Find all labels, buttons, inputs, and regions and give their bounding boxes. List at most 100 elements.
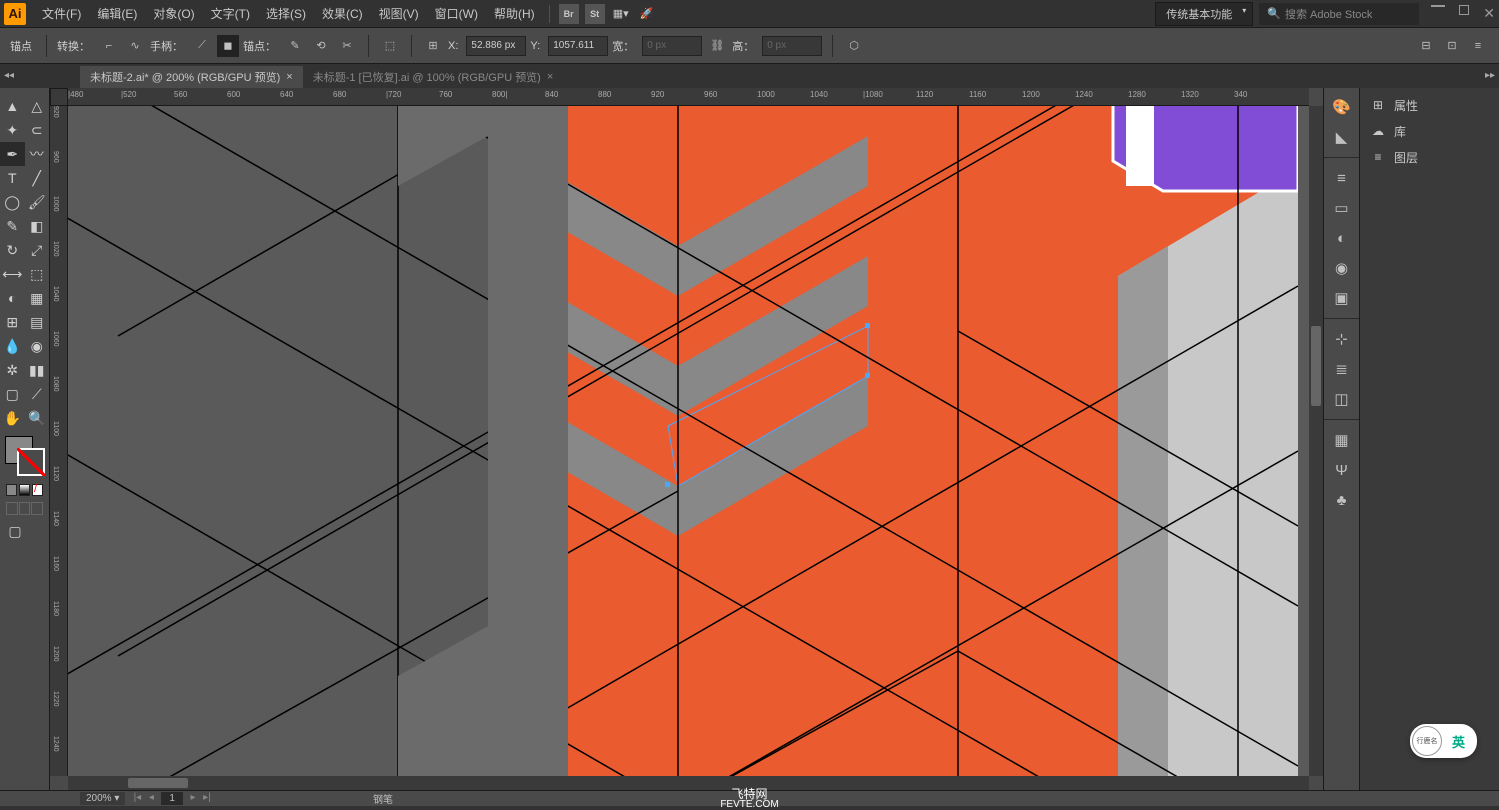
hand-tool[interactable]: ✋ bbox=[0, 406, 25, 430]
panel-tab-properties[interactable]: ⊞ 属性 bbox=[1360, 92, 1499, 118]
stroke-panel-icon[interactable]: ≡ bbox=[1329, 165, 1355, 191]
transparency-panel-icon[interactable]: ◐ bbox=[1329, 225, 1355, 251]
align-ref-icon[interactable]: ⊞ bbox=[422, 35, 444, 57]
shape-builder-icon[interactable]: ⬡ bbox=[843, 35, 865, 57]
handle-show-icon[interactable]: ⟋ bbox=[191, 35, 213, 57]
ime-language[interactable]: 英 bbox=[1442, 732, 1475, 751]
symbol-sprayer-tool[interactable]: ✲ bbox=[0, 358, 25, 382]
panel-menu-icon[interactable]: ≡ bbox=[1467, 35, 1489, 57]
vertical-scrollbar[interactable] bbox=[1309, 106, 1323, 776]
pathfinder-panel-icon[interactable]: ◫ bbox=[1329, 386, 1355, 412]
stock-icon[interactable]: St bbox=[585, 4, 605, 24]
color-guide-icon[interactable]: ◣ bbox=[1329, 124, 1355, 150]
mesh-tool[interactable]: ⊞ bbox=[0, 310, 25, 334]
horizontal-ruler[interactable]: |480|520560600640680|720760800|840880920… bbox=[68, 88, 1309, 106]
shaper-tool[interactable]: ✎ bbox=[0, 214, 25, 238]
fill-stroke-swatch[interactable] bbox=[5, 436, 45, 476]
free-transform-tool[interactable]: ⬚ bbox=[25, 262, 50, 286]
none-swatch[interactable]: / bbox=[32, 484, 43, 496]
stroke-color-icon[interactable] bbox=[17, 448, 45, 476]
menu-view[interactable]: 视图(V) bbox=[371, 1, 427, 26]
minimize-button[interactable] bbox=[1431, 5, 1445, 7]
type-tool[interactable]: T bbox=[0, 166, 25, 190]
h-input[interactable] bbox=[762, 36, 822, 56]
screen-mode-icon[interactable]: ▢ bbox=[6, 523, 24, 539]
artboard-number[interactable]: 1 bbox=[161, 792, 183, 805]
ruler-origin[interactable] bbox=[50, 88, 68, 106]
remove-anchor-icon[interactable]: ✎ bbox=[284, 35, 306, 57]
gradient-panel-icon[interactable]: ▭ bbox=[1329, 195, 1355, 221]
next-artboard-icon[interactable]: ▸ bbox=[187, 792, 199, 805]
menu-select[interactable]: 选择(S) bbox=[258, 1, 314, 26]
scale-tool[interactable]: ⤢ bbox=[25, 238, 50, 262]
tab-close-icon[interactable]: × bbox=[286, 71, 292, 83]
eyedropper-tool[interactable]: 💧 bbox=[0, 334, 25, 358]
curvature-tool[interactable]: 〰 bbox=[25, 142, 50, 166]
menu-window[interactable]: 窗口(W) bbox=[427, 1, 486, 26]
bridge-icon[interactable]: Br bbox=[559, 4, 579, 24]
line-tool[interactable]: ╱ bbox=[25, 166, 50, 190]
expand-right-icon[interactable]: ▸▸ bbox=[1485, 70, 1495, 81]
gradient-tool[interactable]: ▤ bbox=[25, 310, 50, 334]
document-tab-active[interactable]: 未标题-2.ai* @ 200% (RGB/GPU 预览) × bbox=[80, 66, 303, 88]
convert-corner-icon[interactable]: ⌐ bbox=[98, 35, 120, 57]
menu-object[interactable]: 对象(O) bbox=[145, 1, 202, 26]
ime-indicator[interactable]: 行鹿名 英 bbox=[1410, 724, 1477, 758]
brushes-panel-icon[interactable]: Ψ bbox=[1329, 457, 1355, 483]
magic-wand-tool[interactable]: ✦ bbox=[0, 118, 25, 142]
w-input[interactable] bbox=[642, 36, 702, 56]
prev-artboard-icon[interactable]: ◂ bbox=[145, 792, 157, 805]
menu-help[interactable]: 帮助(H) bbox=[486, 1, 543, 26]
selection-tool[interactable]: ▲ bbox=[0, 94, 25, 118]
x-input[interactable] bbox=[466, 36, 526, 56]
last-artboard-icon[interactable]: ▸| bbox=[201, 792, 213, 805]
vertical-ruler[interactable]: 9209601000102010401060108011001120114011… bbox=[50, 106, 68, 776]
transform-panel-icon[interactable]: ⊹ bbox=[1329, 326, 1355, 352]
shape-builder-tool[interactable]: ◐ bbox=[0, 286, 25, 310]
cut-path-icon[interactable]: ✂ bbox=[336, 35, 358, 57]
menu-type[interactable]: 文字(T) bbox=[203, 1, 258, 26]
eraser-tool[interactable]: ◧ bbox=[25, 214, 50, 238]
arrange-documents-icon[interactable]: ▦▾ bbox=[611, 4, 631, 24]
search-stock-input[interactable]: 🔍 搜索 Adobe Stock bbox=[1259, 3, 1419, 25]
color-panel-icon[interactable]: 🎨 bbox=[1329, 94, 1355, 120]
close-button[interactable]: ✕ bbox=[1483, 5, 1495, 22]
gradient-swatch[interactable] bbox=[19, 484, 30, 496]
rotate-tool[interactable]: ↻ bbox=[0, 238, 25, 262]
panel-tab-libraries[interactable]: ☁ 库 bbox=[1360, 118, 1499, 144]
y-input[interactable] bbox=[548, 36, 608, 56]
paintbrush-tool[interactable]: 🖌 bbox=[25, 190, 50, 214]
column-graph-tool[interactable]: ▮▮ bbox=[25, 358, 50, 382]
isolate-icon[interactable]: ⬚ bbox=[379, 35, 401, 57]
expand-left-icon[interactable]: ◂◂ bbox=[4, 70, 14, 81]
handle-hide-icon[interactable]: ◼ bbox=[217, 35, 239, 57]
workspace-switcher[interactable]: 传统基本功能 bbox=[1155, 2, 1253, 26]
gpu-rocket-icon[interactable]: 🚀 bbox=[637, 4, 657, 24]
appearance-panel-icon[interactable]: ◉ bbox=[1329, 255, 1355, 281]
width-tool[interactable]: ⟷ bbox=[0, 262, 25, 286]
draw-normal-icon[interactable] bbox=[6, 502, 18, 515]
connect-path-icon[interactable]: ⟲ bbox=[310, 35, 332, 57]
tab-close-icon[interactable]: × bbox=[547, 71, 553, 83]
zoom-level[interactable]: 200% ▾ bbox=[80, 792, 125, 805]
menu-file[interactable]: 文件(F) bbox=[34, 1, 89, 26]
link-wh-icon[interactable]: ⛓ bbox=[706, 35, 728, 57]
menu-edit[interactable]: 编辑(E) bbox=[89, 1, 145, 26]
pen-tool[interactable]: ✒ bbox=[0, 142, 25, 166]
convert-smooth-icon[interactable]: ∿ bbox=[124, 35, 146, 57]
menu-effect[interactable]: 效果(C) bbox=[314, 1, 371, 26]
horizontal-scrollbar[interactable] bbox=[68, 776, 1309, 790]
direct-selection-tool[interactable]: △ bbox=[25, 94, 50, 118]
swatches-panel-icon[interactable]: ▦ bbox=[1329, 427, 1355, 453]
document-tab-inactive[interactable]: 未标题-1 [已恢复].ai @ 100% (RGB/GPU 预览) × bbox=[303, 66, 564, 88]
canvas[interactable] bbox=[68, 106, 1309, 776]
rectangle-tool[interactable]: ◯ bbox=[0, 190, 25, 214]
draw-inside-icon[interactable] bbox=[31, 502, 43, 515]
panel-tab-layers[interactable]: ≡ 图层 bbox=[1360, 144, 1499, 170]
slice-tool[interactable]: ⟋ bbox=[25, 382, 50, 406]
draw-behind-icon[interactable] bbox=[19, 502, 31, 515]
zoom-tool[interactable]: 🔍 bbox=[25, 406, 50, 430]
symbols-panel-icon[interactable]: ♣ bbox=[1329, 487, 1355, 513]
transform-panel-icon[interactable]: ⊡ bbox=[1441, 35, 1463, 57]
blend-tool[interactable]: ◉ bbox=[25, 334, 50, 358]
